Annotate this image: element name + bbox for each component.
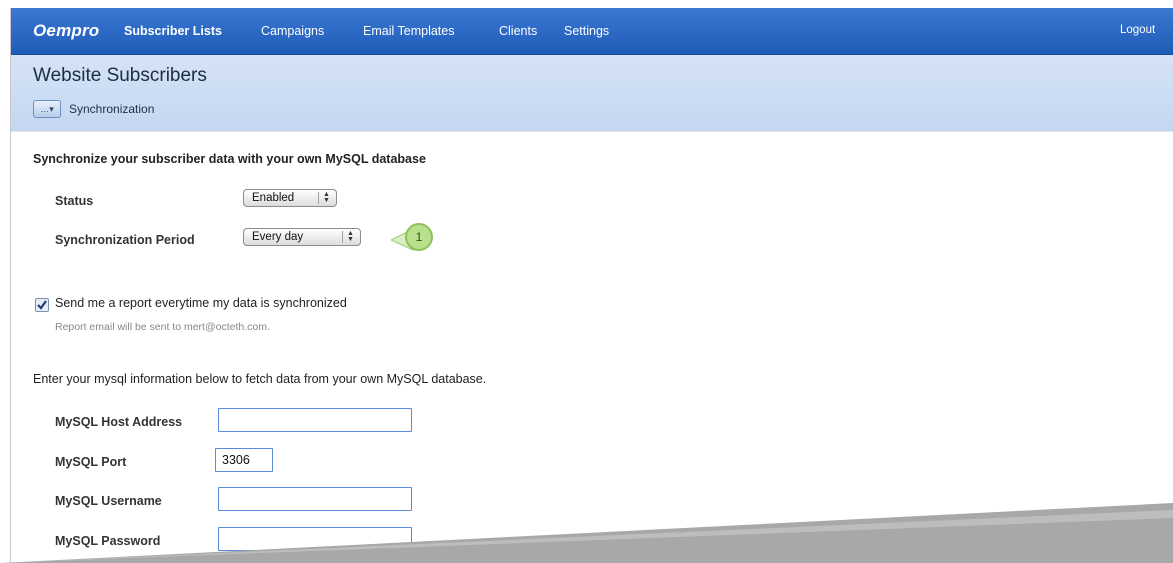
nav-subscriber-lists[interactable]: Subscriber Lists	[124, 24, 222, 38]
top-navigation-bar: Oempro Subscriber Lists Campaigns Email …	[11, 8, 1173, 55]
mysql-password-input[interactable]	[218, 527, 412, 551]
page-title: Website Subscribers	[33, 65, 207, 86]
callout-number: 1	[416, 230, 423, 244]
mysql-username-input[interactable]	[218, 487, 412, 511]
oempro-logo[interactable]: Oempro	[33, 21, 99, 41]
mysql-password-label: MySQL Password	[55, 534, 161, 548]
sync-period-label: Synchronization Period	[55, 233, 195, 247]
main-content: Synchronize your subscriber data with yo…	[11, 131, 1173, 563]
select-arrows-icon: ▲ ▼	[342, 230, 356, 243]
select-arrows-icon: ▲ ▼	[318, 191, 332, 204]
sync-section-title: Synchronize your subscriber data with yo…	[33, 152, 426, 166]
mysql-host-input[interactable]	[218, 408, 412, 432]
mysql-port-label: MySQL Port	[55, 455, 127, 469]
status-select[interactable]: Enabled ▲ ▼	[243, 189, 337, 207]
status-select-value: Enabled	[252, 192, 295, 204]
mysql-intro-text: Enter your mysql information below to fe…	[33, 372, 487, 386]
logout-link[interactable]: Logout	[1120, 24, 1155, 36]
app-window: Oempro Subscriber Lists Campaigns Email …	[10, 8, 1173, 563]
report-checkbox-label[interactable]: Send me a report everytime my data is sy…	[55, 296, 347, 310]
ellipsis-dropdown-icon[interactable]: …▾	[33, 100, 61, 118]
sub-navigation: …▾ Synchronization	[33, 99, 154, 119]
report-checkbox[interactable]	[35, 298, 49, 312]
report-email-note: Report email will be sent to mert@octeth…	[55, 321, 270, 333]
mysql-port-input[interactable]	[215, 448, 273, 472]
nav-campaigns[interactable]: Campaigns	[261, 24, 324, 38]
status-label: Status	[55, 194, 94, 208]
checkmark-icon	[37, 300, 47, 310]
mysql-host-label: MySQL Host Address	[55, 415, 183, 429]
callout-marker-icon: 1	[391, 223, 433, 251]
page-header: Website Subscribers …▾ Synchronization	[11, 55, 1173, 131]
sync-period-select-value: Every day	[252, 231, 304, 243]
subnav-synchronization[interactable]: Synchronization	[69, 102, 154, 116]
nav-settings[interactable]: Settings	[564, 24, 609, 38]
sync-period-select[interactable]: Every day ▲ ▼	[243, 228, 361, 246]
nav-clients[interactable]: Clients	[499, 24, 537, 38]
mysql-username-label: MySQL Username	[55, 494, 162, 508]
nav-email-templates[interactable]: Email Templates	[363, 24, 454, 38]
